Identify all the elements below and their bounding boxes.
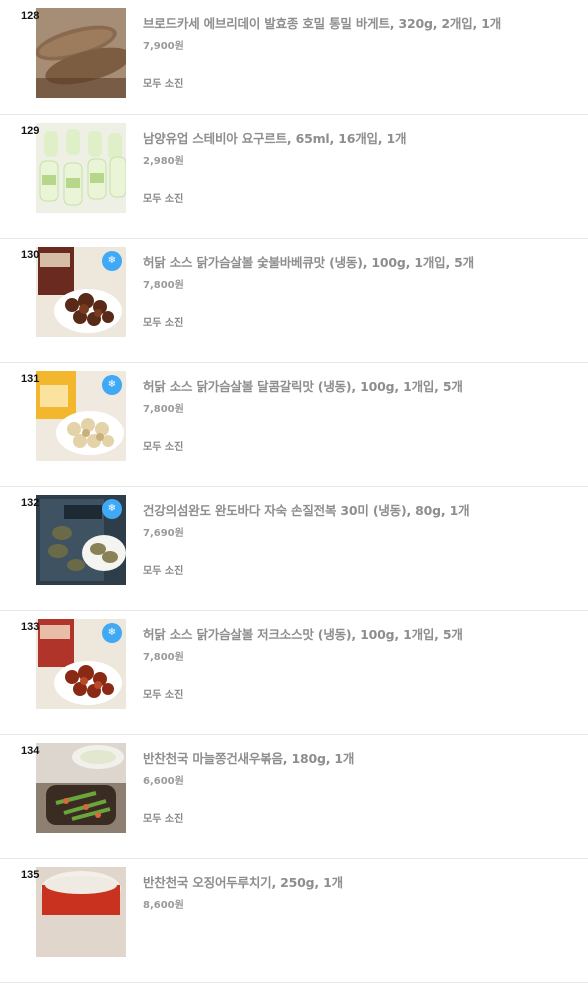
product-thumbnail[interactable] <box>36 867 126 957</box>
product-title-link[interactable]: 건강의섬완도 완도바다 자숙 손질전복 30미 (냉동), 80g, 1개 <box>143 500 578 519</box>
stock-status: 모두 소진 <box>143 566 184 577</box>
product-rank: 128 <box>21 10 40 22</box>
product-price: 6,600원 <box>143 776 184 787</box>
product-info: 남양유업 스테비아 요구르트, 65ml, 16개입, 1개 2,980원 <box>143 128 578 167</box>
product-info: 반찬천국 오징어두루치기, 250g, 1개 8,600원 <box>143 872 578 911</box>
product-rank: 132 <box>21 497 40 509</box>
stock-status: 모두 소진 <box>143 442 184 453</box>
product-list-item[interactable]: 134 반찬천국 마늘쫑건새우볶음, 180g, 1개 6,600원모두 소진 <box>0 735 588 859</box>
product-list-item[interactable]: 131 ❄ 허닭 소스 닭가슴살볼 달콤갈릭맛 (냉동), 100g, 1개입, 5… <box>0 363 588 487</box>
stock-status: 모두 소진 <box>143 79 184 90</box>
stock-status: 모두 소진 <box>143 318 184 329</box>
product-price: 2,980원 <box>143 156 184 167</box>
product-list-item[interactable]: 129 남양유업 스테비아 요구르트, 65ml, 16개입, 1개 2,980원모… <box>0 115 588 239</box>
product-title-link[interactable]: 반찬천국 오징어두루치기, 250g, 1개 <box>143 872 578 891</box>
product-info: 브로드카세 에브리데이 발효종 호밀 통밀 바게트, 320g, 2개입, 1개… <box>143 13 578 52</box>
product-list-item[interactable]: 135 반찬천국 오징어두루치기, 250g, 1개 8,600원 <box>0 859 588 983</box>
stock-status: 모두 소진 <box>143 814 184 825</box>
snowflake-icon: ❄ <box>102 375 122 395</box>
product-thumbnail[interactable] <box>36 743 126 833</box>
product-list-item[interactable]: 133 ❄ 허닭 소스 닭가슴살볼 저크소스맛 (냉동), 100g, 1개입, 5… <box>0 611 588 735</box>
product-title-link[interactable]: 허닭 소스 닭가슴살볼 숯불바베큐맛 (냉동), 100g, 1개입, 5개 <box>143 252 578 271</box>
product-price: 8,600원 <box>143 900 184 911</box>
product-info: 허닭 소스 닭가슴살볼 달콤갈릭맛 (냉동), 100g, 1개입, 5개 7,8… <box>143 376 578 415</box>
product-list-item[interactable]: 128 브로드카세 에브리데이 발효종 호밀 통밀 바게트, 320g, 2개입,… <box>0 0 588 115</box>
product-title-link[interactable]: 허닭 소스 닭가슴살볼 달콤갈릭맛 (냉동), 100g, 1개입, 5개 <box>143 376 578 395</box>
product-title-link[interactable]: 브로드카세 에브리데이 발효종 호밀 통밀 바게트, 320g, 2개입, 1개 <box>143 13 578 32</box>
product-price: 7,800원 <box>143 652 184 663</box>
snowflake-icon: ❄ <box>102 251 122 271</box>
product-price: 7,690원 <box>143 528 184 539</box>
snowflake-icon: ❄ <box>102 499 122 519</box>
product-thumbnail[interactable]: ❄ <box>36 371 126 461</box>
product-list-item[interactable]: 132 ❄ 건강의섬완도 완도바다 자숙 손질전복 30미 (냉동), 80g, 1… <box>0 487 588 611</box>
product-title-link[interactable]: 허닭 소스 닭가슴살볼 저크소스맛 (냉동), 100g, 1개입, 5개 <box>143 624 578 643</box>
stock-status: 모두 소진 <box>143 194 184 205</box>
product-info: 반찬천국 마늘쫑건새우볶음, 180g, 1개 6,600원 <box>143 748 578 787</box>
product-title-link[interactable]: 남양유업 스테비아 요구르트, 65ml, 16개입, 1개 <box>143 128 578 147</box>
product-price: 7,900원 <box>143 41 184 52</box>
product-title-link[interactable]: 반찬천국 마늘쫑건새우볶음, 180g, 1개 <box>143 748 578 767</box>
product-list: 128 브로드카세 에브리데이 발효종 호밀 통밀 바게트, 320g, 2개입,… <box>0 0 588 983</box>
product-rank: 129 <box>21 125 40 137</box>
product-info: 허닭 소스 닭가슴살볼 저크소스맛 (냉동), 100g, 1개입, 5개 7,8… <box>143 624 578 663</box>
product-rank: 133 <box>21 621 40 633</box>
product-rank: 134 <box>21 745 40 757</box>
product-thumbnail[interactable]: ❄ <box>36 495 126 585</box>
product-thumbnail[interactable]: ❄ <box>36 619 126 709</box>
product-info: 허닭 소스 닭가슴살볼 숯불바베큐맛 (냉동), 100g, 1개입, 5개 7,… <box>143 252 578 291</box>
product-rank: 130 <box>21 249 40 261</box>
product-thumbnail[interactable]: ❄ <box>36 247 126 337</box>
product-info: 건강의섬완도 완도바다 자숙 손질전복 30미 (냉동), 80g, 1개 7,6… <box>143 500 578 539</box>
product-list-item[interactable]: 130 ❄ 허닭 소스 닭가슴살볼 숯불바베큐맛 (냉동), 100g, 1개입, … <box>0 239 588 363</box>
product-rank: 135 <box>21 869 40 881</box>
product-thumbnail[interactable] <box>36 8 126 98</box>
product-thumbnail[interactable] <box>36 123 126 213</box>
product-price: 7,800원 <box>143 280 184 291</box>
product-rank: 131 <box>21 373 40 385</box>
snowflake-icon: ❄ <box>102 623 122 643</box>
product-price: 7,800원 <box>143 404 184 415</box>
stock-status: 모두 소진 <box>143 690 184 701</box>
